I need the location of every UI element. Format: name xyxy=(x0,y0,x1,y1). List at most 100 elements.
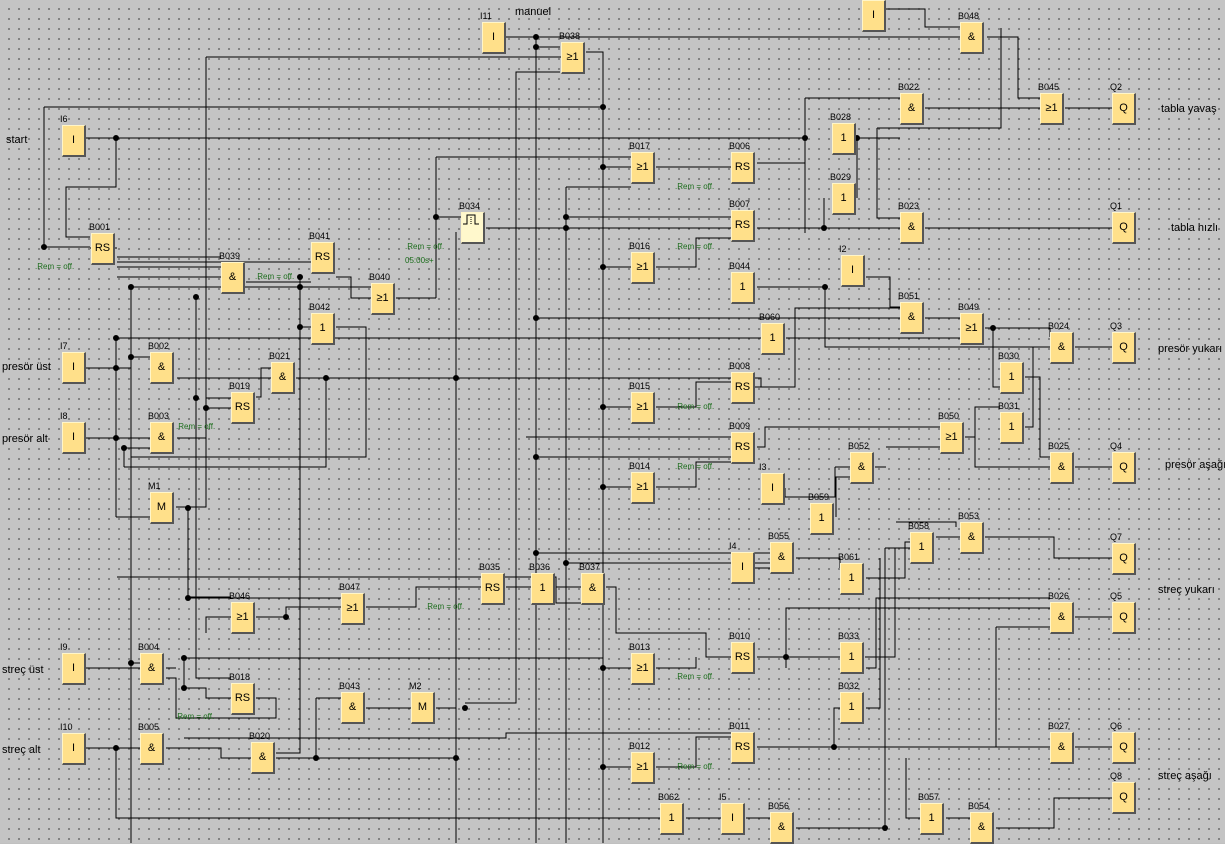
block-b002[interactable]: & xyxy=(150,352,174,384)
block-b014[interactable]: ≥1 xyxy=(631,472,655,504)
block-b024[interactable]: & xyxy=(1050,332,1074,364)
block-b019[interactable]: RS xyxy=(231,392,255,424)
block-b009[interactable]: RS xyxy=(731,432,755,464)
block-label: B023 xyxy=(898,201,920,211)
block-q8[interactable]: Q xyxy=(1112,782,1136,814)
block-b043[interactable]: & xyxy=(341,692,365,724)
block-q1[interactable]: Q xyxy=(1112,212,1136,244)
block-q4[interactable]: Q xyxy=(1112,452,1136,484)
block-b016[interactable]: ≥1 xyxy=(631,252,655,284)
block-i6[interactable]: I xyxy=(62,125,86,157)
block-label: Q4 xyxy=(1110,441,1123,451)
block-b001[interactable]: RS xyxy=(91,233,115,265)
block-i8[interactable]: I xyxy=(62,422,86,454)
block-i11[interactable]: I xyxy=(482,22,506,54)
block-b037[interactable]: & xyxy=(581,573,605,605)
signal-label: start xyxy=(6,134,28,146)
block-b015[interactable]: ≥1 xyxy=(631,392,655,424)
block-b053[interactable]: & xyxy=(960,522,984,554)
block-b003[interactable]: & xyxy=(150,422,174,454)
block-q6[interactable]: Q xyxy=(1112,732,1136,764)
block-label: B037 xyxy=(579,562,601,572)
block-i10[interactable]: I xyxy=(62,733,86,765)
block-b012[interactable]: ≥1 xyxy=(631,752,655,784)
block-i3[interactable]: I xyxy=(761,473,785,505)
block-q2[interactable]: Q xyxy=(1112,93,1136,125)
block-b011[interactable]: RS xyxy=(731,732,755,764)
block-b042[interactable]: 1 xyxy=(311,313,335,345)
block-b025[interactable]: & xyxy=(1050,452,1074,484)
block-b017[interactable]: ≥1 xyxy=(631,152,655,184)
block-b050[interactable]: ≥1 xyxy=(940,422,964,454)
block-b059[interactable]: 1 xyxy=(810,503,834,535)
block-i5[interactable]: I xyxy=(721,803,745,835)
block-b035[interactable]: RS xyxy=(481,573,505,605)
block-b026[interactable]: & xyxy=(1050,602,1074,634)
block-b062[interactable]: 1 xyxy=(660,803,684,835)
block-b013[interactable]: ≥1 xyxy=(631,653,655,685)
block-m2[interactable]: M xyxy=(411,692,435,724)
block-b008[interactable]: RS xyxy=(731,372,755,404)
signal-label: tabla yavaş xyxy=(1161,103,1217,115)
block-label: B060 xyxy=(759,312,781,322)
block-b004[interactable]: & xyxy=(140,653,164,685)
block-b038[interactable]: ≥1 xyxy=(561,42,585,74)
block-label: B049 xyxy=(958,302,980,312)
block-b040[interactable]: ≥1 xyxy=(371,283,395,315)
block-b034[interactable] xyxy=(461,212,485,244)
block-i4[interactable]: I xyxy=(731,552,755,584)
block-label: B044 xyxy=(729,261,751,271)
block-b056[interactable]: & xyxy=(770,812,794,844)
block-b052[interactable]: & xyxy=(850,452,874,484)
block-b058[interactable]: 1 xyxy=(910,532,934,564)
block-b006[interactable]: RS xyxy=(731,152,755,184)
signal-label: presör alt xyxy=(2,433,48,445)
block-b061[interactable]: 1 xyxy=(840,563,864,595)
block-label: B033 xyxy=(838,631,860,641)
block-b033[interactable]: 1 xyxy=(840,642,864,674)
block-b029[interactable]: 1 xyxy=(832,183,856,215)
block-b039[interactable]: & xyxy=(221,262,245,294)
block-q3[interactable]: Q xyxy=(1112,332,1136,364)
block-b018[interactable]: RS xyxy=(231,683,255,715)
block-q7[interactable]: Q xyxy=(1112,543,1136,575)
block-symbol: RS xyxy=(734,741,751,753)
block-b048[interactable]: & xyxy=(960,22,984,54)
block-symbol: 1 xyxy=(668,812,675,824)
block-b005[interactable]: & xyxy=(140,733,164,765)
block-i7[interactable]: I xyxy=(62,352,86,384)
block-b028[interactable]: 1 xyxy=(832,123,856,155)
block-b007[interactable]: RS xyxy=(731,210,755,242)
block-b045[interactable]: ≥1 xyxy=(1040,93,1064,125)
block-b022[interactable]: & xyxy=(900,93,924,125)
block-b046[interactable]: ≥1 xyxy=(231,602,255,634)
block-b021[interactable]: & xyxy=(271,362,295,394)
block-symbol: Q xyxy=(1119,102,1128,114)
block-b060[interactable]: 1 xyxy=(761,323,785,355)
signal-label: streç üst xyxy=(2,664,44,676)
block-b055[interactable]: & xyxy=(770,542,794,574)
block-i2[interactable]: I xyxy=(841,255,865,287)
block-label: B005 xyxy=(138,722,160,732)
block-b049[interactable]: ≥1 xyxy=(960,313,984,345)
block-symbol: I xyxy=(730,812,735,824)
block-b032[interactable]: 1 xyxy=(840,692,864,724)
block-b047[interactable]: ≥1 xyxy=(341,593,365,625)
block-b010[interactable]: RS xyxy=(731,642,755,674)
block-i_top[interactable]: I xyxy=(862,0,886,32)
block-q5[interactable]: Q xyxy=(1112,602,1136,634)
block-symbol: & xyxy=(348,701,357,713)
block-m1[interactable]: M xyxy=(150,492,174,524)
block-b020[interactable]: & xyxy=(251,742,275,774)
block-b041[interactable]: RS xyxy=(311,242,335,274)
block-b044[interactable]: 1 xyxy=(731,272,755,304)
block-b054[interactable]: & xyxy=(970,812,994,844)
block-b023[interactable]: & xyxy=(900,212,924,244)
block-b030[interactable]: 1 xyxy=(1000,362,1024,394)
block-b051[interactable]: & xyxy=(900,302,924,334)
block-b027[interactable]: & xyxy=(1050,732,1074,764)
block-b031[interactable]: 1 xyxy=(1000,412,1024,444)
block-i9[interactable]: I xyxy=(62,653,86,685)
block-b036[interactable]: 1 xyxy=(531,573,555,605)
block-b057[interactable]: 1 xyxy=(920,803,944,835)
